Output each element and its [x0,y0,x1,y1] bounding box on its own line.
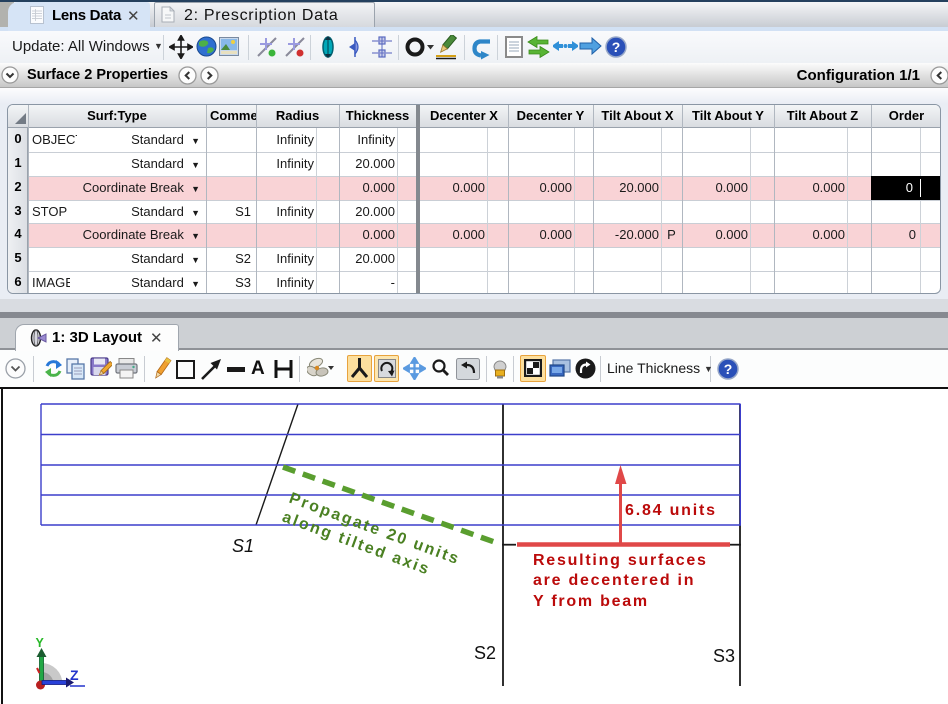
svg-text:?: ? [612,39,621,55]
svg-text:?: ? [724,361,733,377]
svg-text:Z: Z [70,667,79,683]
svg-text:Y: Y [36,636,45,650]
